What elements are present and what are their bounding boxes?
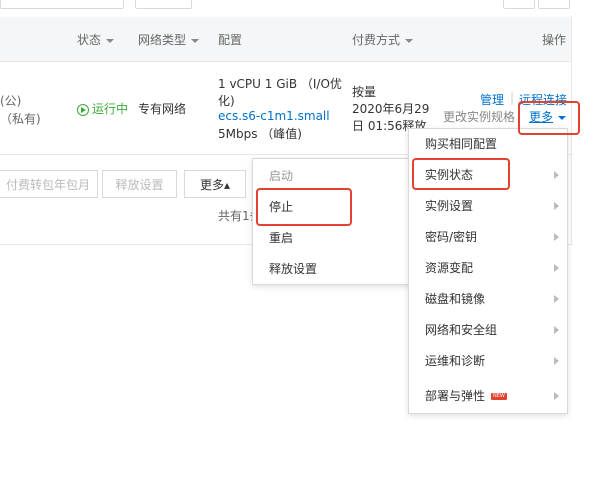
top-toolbar-button[interactable] [135, 0, 192, 9]
convert-to-subscription-button[interactable]: 付费转包年包月 [0, 170, 98, 198]
config-spec: ecs.s6-c1m1.small [218, 109, 330, 123]
chevron-down-icon [558, 115, 567, 120]
table-header: 状态 网络类型 配置 付费方式 操作 [0, 17, 571, 62]
menu-item-buy-same-config[interactable]: 购买相同配置 [409, 129, 567, 159]
chevron-down-icon [106, 38, 115, 43]
menu-item-release-settings[interactable]: 释放设置 [253, 254, 411, 284]
chevron-right-icon [554, 392, 559, 400]
chevron-down-icon [405, 38, 414, 43]
config-cpu-mem: 1 vCPU 1 GiB （I/O优 [218, 77, 342, 91]
change-spec-link[interactable]: 更改实例规格 [443, 108, 515, 125]
remote-connect-link[interactable]: 远程连接 [519, 91, 567, 108]
ip-public: (公) [0, 94, 22, 108]
header-actions: 操作 [542, 33, 567, 47]
chevron-right-icon [554, 233, 559, 241]
menu-item-disk-image[interactable]: 磁盘和镜像 [409, 284, 567, 314]
new-badge: NEW [491, 393, 507, 400]
action-divider: | [510, 91, 515, 105]
release-settings-button[interactable]: 释放设置 [102, 170, 177, 198]
menu-item-instance-status[interactable]: 实例状态 [409, 160, 567, 190]
top-toolbar-input[interactable] [0, 0, 124, 9]
chevron-down-icon [191, 38, 200, 43]
menu-item-instance-settings[interactable]: 实例设置 [409, 191, 567, 221]
menu-item-network-security-group[interactable]: 网络和安全组 [409, 315, 567, 345]
running-icon [77, 103, 89, 116]
header-network-type[interactable]: 网络类型 [138, 31, 200, 48]
chevron-right-icon [554, 202, 559, 210]
header-config: 配置 [218, 33, 243, 47]
chevron-right-icon [554, 326, 559, 334]
top-toolbar-icon-button-2[interactable] [538, 0, 570, 9]
header-status[interactable]: 状态 [77, 31, 115, 48]
chevron-right-icon [554, 357, 559, 365]
header-billing[interactable]: 付费方式 [352, 31, 414, 48]
chevron-right-icon [554, 171, 559, 179]
chevron-right-icon [554, 295, 559, 303]
top-toolbar-icon-button[interactable] [503, 0, 535, 9]
batch-more-button[interactable]: 更多▴ [184, 170, 246, 198]
status-badge: 运行中 [77, 100, 128, 117]
menu-item-password-key[interactable]: 密码/密钥 [409, 222, 567, 252]
menu-item-ops-diagnosis[interactable]: 运维和诊断 [409, 346, 567, 376]
manage-link[interactable]: 管理 [480, 91, 504, 108]
more-actions-menu: 购买相同配置 实例状态 实例设置 密码/密钥 资源变配 磁盘和镜像 网络和安全组… [408, 128, 568, 414]
more-dropdown-link[interactable]: 更多 [529, 108, 567, 125]
menu-item-deploy-elastic[interactable]: 部署与弹性 NEW [409, 381, 567, 411]
menu-item-stop[interactable]: 停止 [253, 192, 411, 222]
chevron-right-icon [554, 264, 559, 272]
ip-private: （私有) [0, 112, 41, 126]
instance-status-submenu: 启动 停止 重启 释放设置 [252, 158, 412, 285]
menu-item-restart[interactable]: 重启 [253, 223, 411, 253]
menu-item-resource-change[interactable]: 资源变配 [409, 253, 567, 283]
menu-item-start[interactable]: 启动 [253, 161, 411, 191]
config-bandwidth: 5Mbps （峰值) [218, 127, 302, 141]
billing-release-date: 2020年6月29 [352, 102, 430, 116]
billing-type: 按量 [352, 85, 377, 99]
config-io: 化) [218, 94, 235, 108]
network-type: 专有网络 [138, 102, 187, 116]
